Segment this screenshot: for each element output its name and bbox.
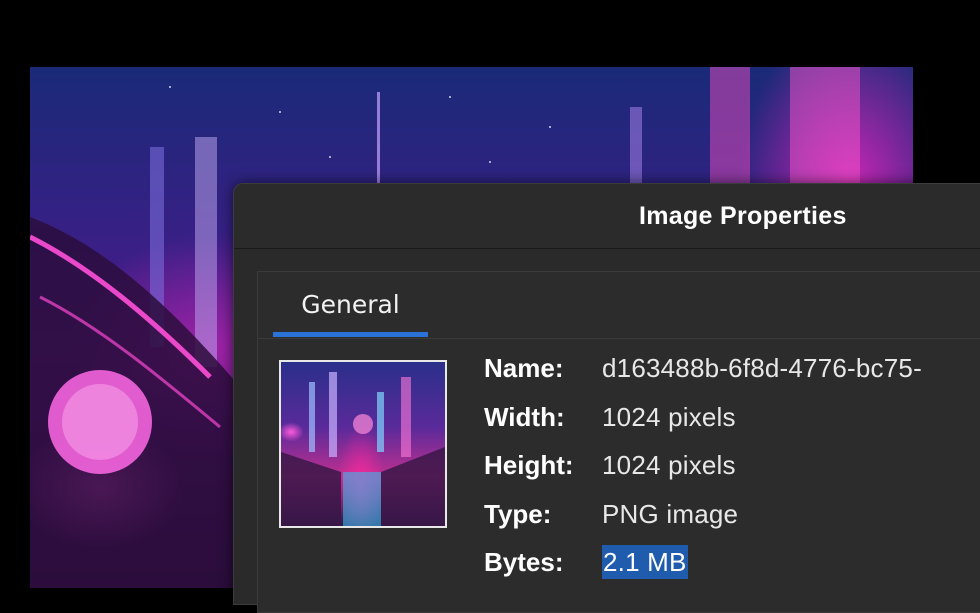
name-value[interactable]: d163488b-6f8d-4776-bc75-	[602, 351, 922, 385]
dialog-title: Image Properties	[639, 202, 847, 230]
image-properties-dialog: Image Properties General Name: d163488b-…	[233, 183, 980, 613]
image-thumbnail	[279, 360, 447, 528]
type-label: Type:	[484, 498, 552, 529]
width-label: Width:	[484, 401, 565, 432]
name-label: Name:	[484, 353, 564, 383]
dialog-titlebar[interactable]: Image Properties	[234, 184, 980, 249]
height-value[interactable]: 1024 pixels	[602, 448, 736, 482]
tab-divider	[258, 338, 980, 339]
dialog-content: General Name: d163488b-6f8d-4776-bc75- W…	[257, 271, 980, 613]
tab-active-indicator	[273, 332, 428, 337]
bytes-value[interactable]: 2.1 MB	[602, 545, 688, 579]
height-label: Height:	[484, 450, 574, 480]
width-value[interactable]: 1024 pixels	[602, 400, 736, 434]
thumbnail-image-icon	[281, 372, 445, 526]
tab-general[interactable]: General	[273, 272, 428, 338]
type-value[interactable]: PNG image	[602, 497, 738, 531]
bytes-label: Bytes:	[484, 547, 564, 577]
